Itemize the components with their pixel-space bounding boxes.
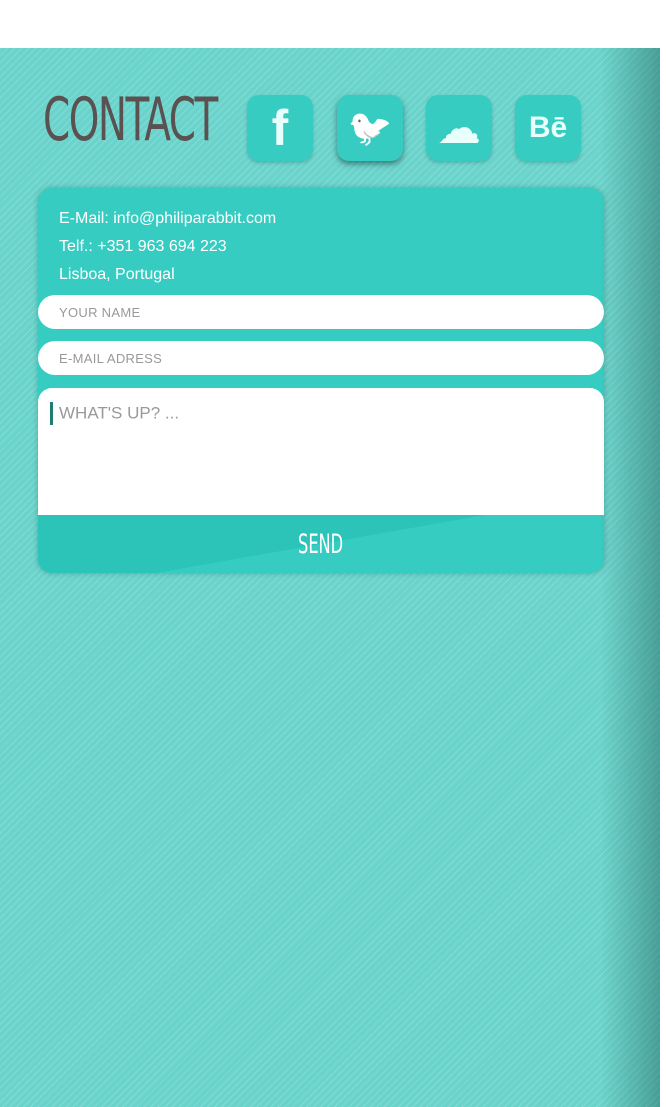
email-placeholder: E-MAIL ADRESS: [59, 350, 163, 366]
contact-email: E-Mail: info@philiparabbit.com: [59, 210, 277, 227]
twitter-icon: 🐦: [347, 108, 393, 149]
email-input[interactable]: E-MAIL ADRESS: [38, 341, 604, 375]
page-title: CONTACT: [43, 85, 218, 155]
soundcloud-button[interactable]: ☁: [426, 95, 492, 161]
facebook-icon: f: [271, 100, 289, 156]
facebook-button[interactable]: f: [247, 95, 313, 161]
text-cursor: [50, 402, 53, 425]
contact-location: Lisboa, Portugal: [59, 266, 175, 283]
send-label: SEND: [298, 528, 344, 560]
soundcloud-icon: ☁: [437, 102, 481, 154]
contact-phone: Telf.: +351 963 694 223: [59, 238, 227, 255]
message-textarea[interactable]: WHAT'S UP? ...: [38, 388, 604, 515]
contact-card: E-Mail: info@philiparabbit.com Telf.: +3…: [38, 188, 604, 573]
behance-button[interactable]: Bē: [515, 95, 581, 161]
contact-info: E-Mail: info@philiparabbit.com Telf.: +3…: [59, 205, 276, 289]
twitter-button[interactable]: 🐦: [337, 95, 403, 161]
contact-page: CONTACT f 🐦 ☁ Bē E-Mail: info@philiparab…: [0, 48, 660, 1107]
send-button[interactable]: SEND: [38, 515, 604, 573]
name-input[interactable]: YOUR NAME: [38, 295, 604, 329]
message-placeholder: WHAT'S UP? ...: [59, 403, 180, 423]
name-placeholder: YOUR NAME: [59, 304, 141, 320]
behance-icon: Bē: [528, 111, 568, 144]
